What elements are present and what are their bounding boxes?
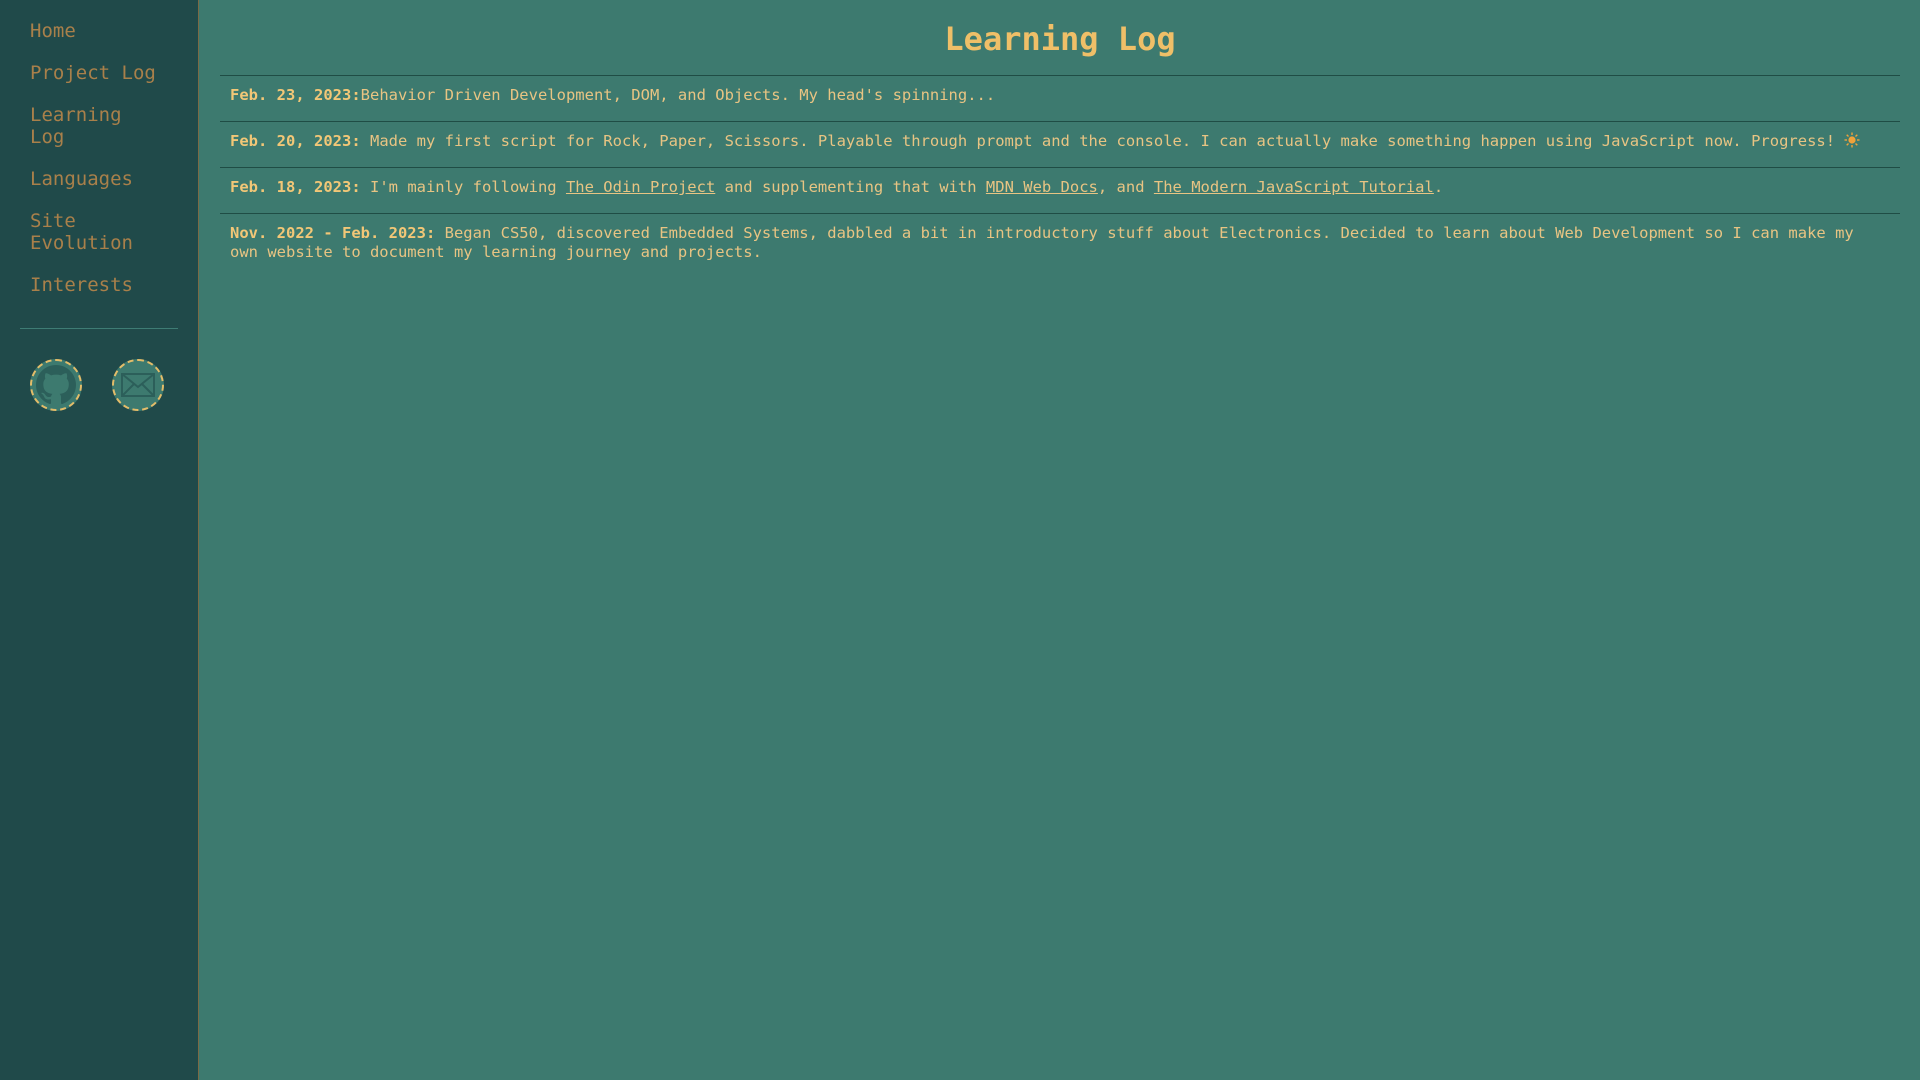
entry-text: Made my first script for Rock, Paper, Sc… [360,132,1845,150]
log-entry: Nov. 2022 - Feb. 2023: Began CS50, disco… [220,213,1900,278]
log-entry: Feb. 23, 2023:Behavior Driven Developmen… [220,75,1900,121]
entry-date: Feb. 20, 2023: [230,132,361,150]
entry-text: , and [1097,178,1154,196]
odin-project-link[interactable]: The Odin Project [566,178,715,196]
sidebar-item-project-log[interactable]: Project Log [30,62,160,84]
mdn-web-docs-link[interactable]: MDN Web Docs [986,178,1098,196]
sidebar-item-home[interactable]: Home [30,20,160,42]
sun-icon [1844,132,1860,148]
entry-date: Feb. 23, 2023: [230,86,361,104]
sidebar-item-languages[interactable]: Languages [30,168,160,190]
log-entry: Feb. 18, 2023: I'm mainly following The … [220,167,1900,213]
log-entry: Feb. 20, 2023: Made my first script for … [220,121,1900,167]
entry-text: . [1433,178,1444,196]
page-title: Learning Log [944,20,1176,58]
main-content: Learning Log Feb. 23, 2023:Behavior Driv… [199,0,1920,1080]
sidebar-item-learning-log[interactable]: Learning Log [30,104,160,148]
mail-icon [121,373,155,397]
entry-text: Behavior Driven Development, DOM, and Ob… [360,86,996,104]
github-icon [36,365,76,405]
entry-date: Nov. 2022 - Feb. 2023: [230,224,436,242]
entry-text: and supplementing that with [715,178,986,196]
github-link[interactable] [30,359,82,411]
page-layout: Home Project Log Learning Log Languages … [0,0,1920,1080]
sidebar: Home Project Log Learning Log Languages … [0,0,199,1080]
sidebar-nav: Home Project Log Learning Log Languages … [0,20,198,296]
sidebar-item-site-evolution[interactable]: Site Evolution [30,210,160,254]
sidebar-item-interests[interactable]: Interests [30,274,160,296]
entry-text: Began CS50, discovered Embedded Systems,… [230,224,1854,261]
entry-date: Feb. 18, 2023: [230,178,361,196]
social-links [0,329,198,411]
modern-js-tutorial-link[interactable]: The Modern JavaScript Tutorial [1154,178,1434,196]
email-link[interactable] [112,359,164,411]
entry-text: I'm mainly following [360,178,566,196]
